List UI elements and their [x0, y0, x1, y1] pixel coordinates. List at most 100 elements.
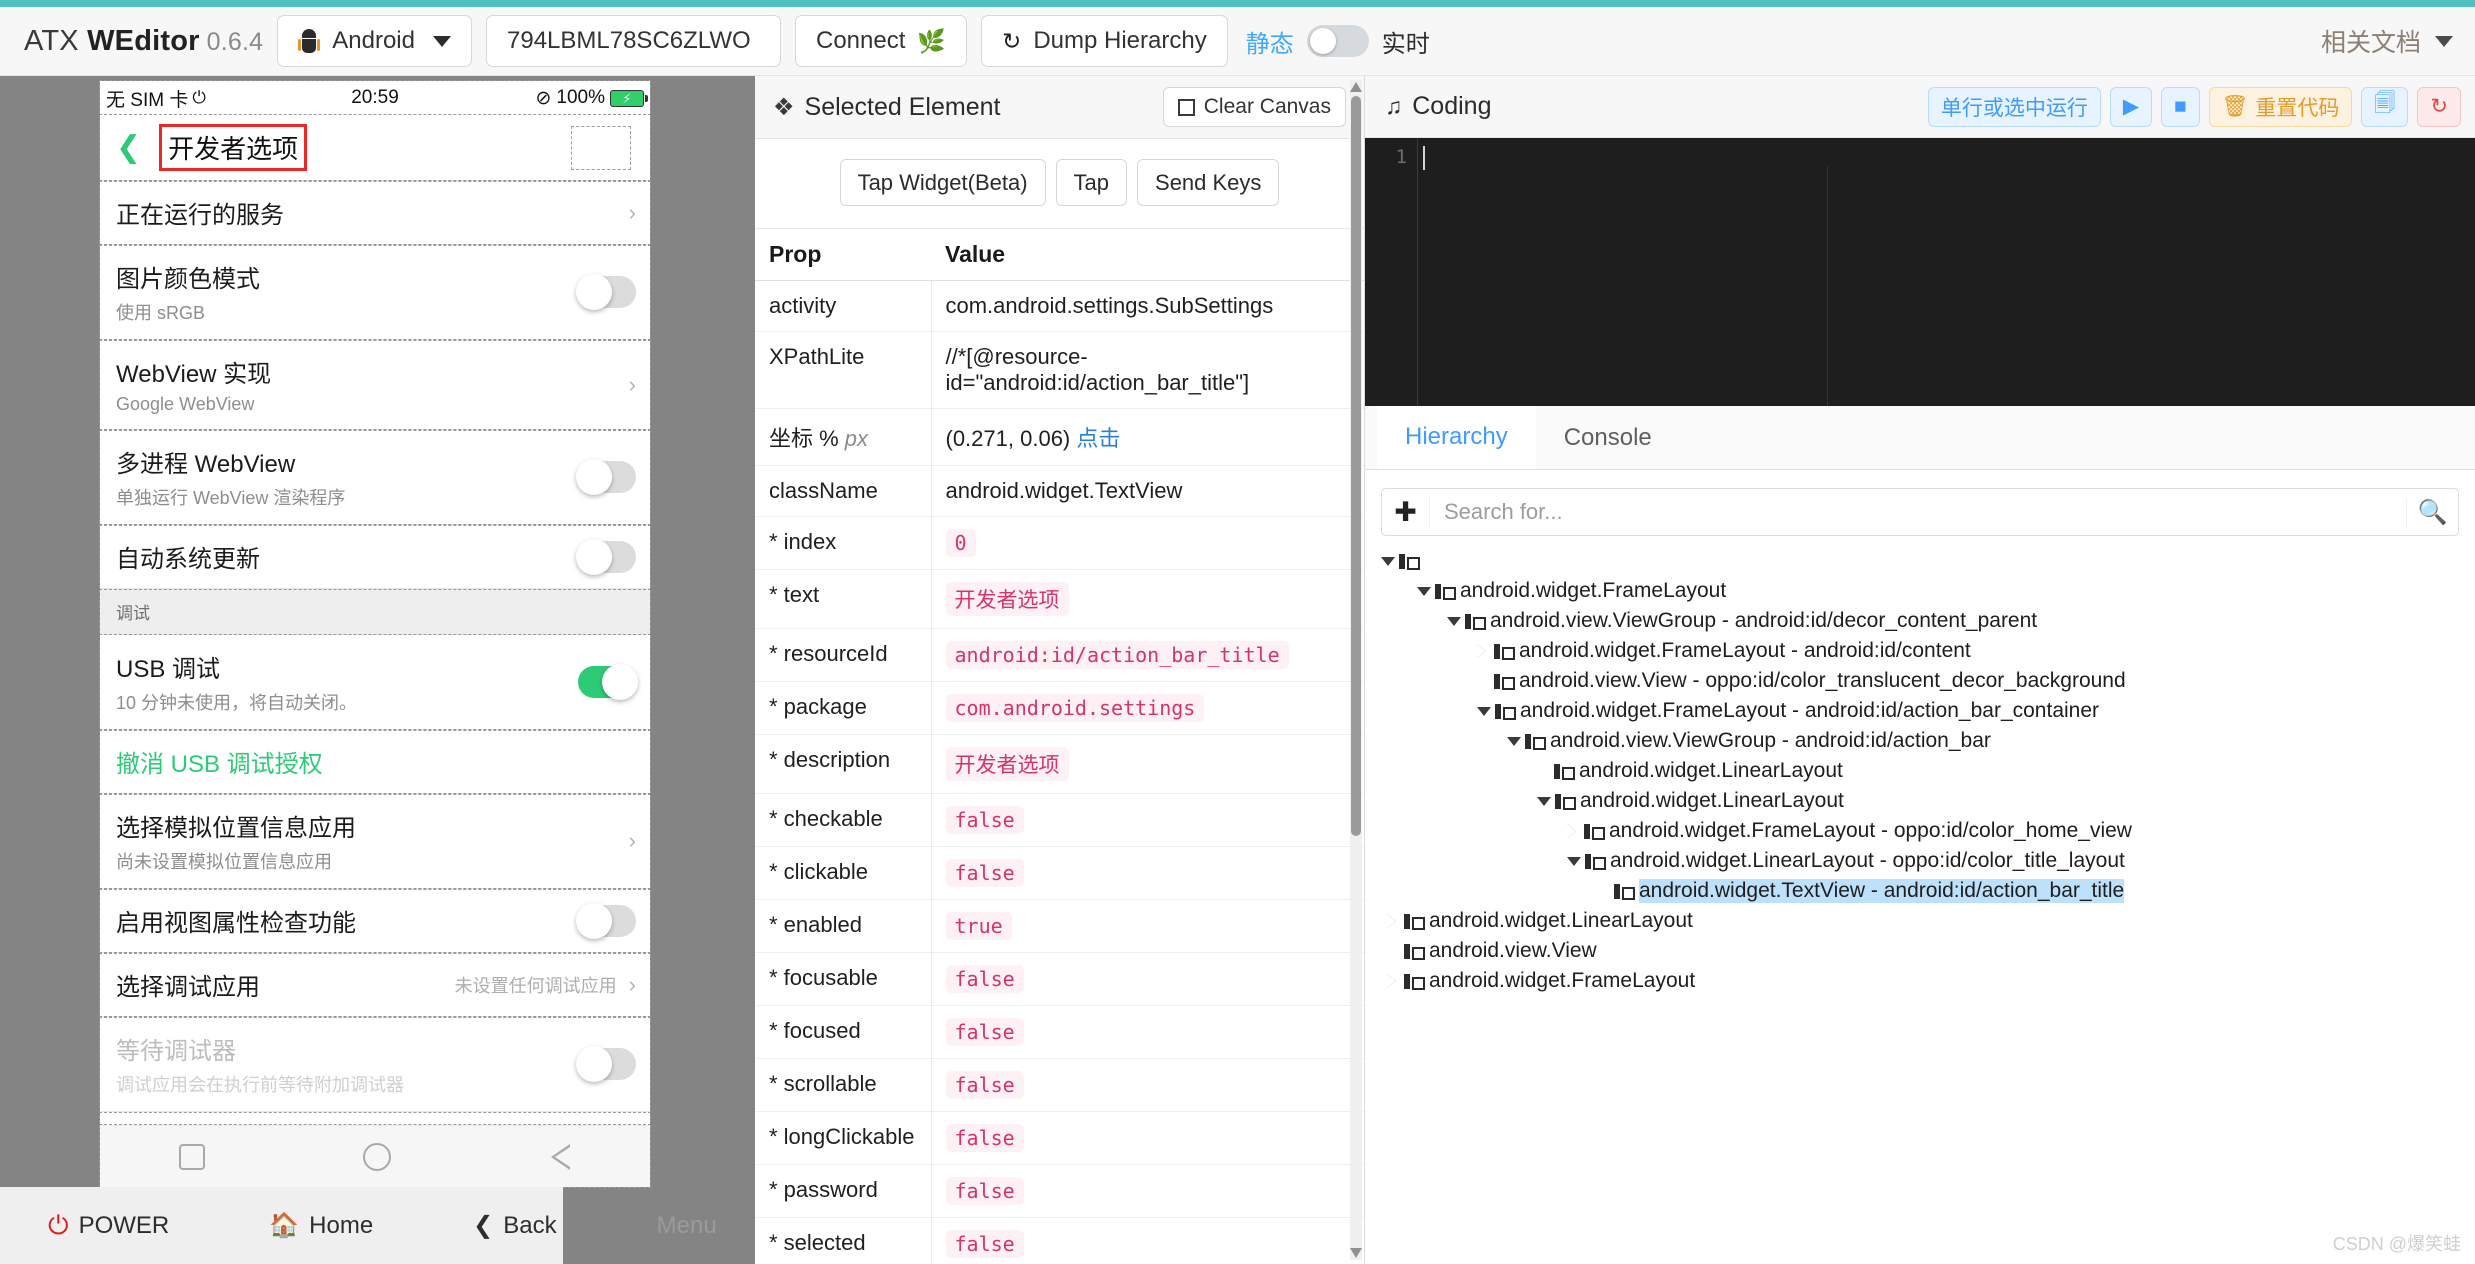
expand-arrow-icon[interactable] [1477, 707, 1491, 716]
copy-button[interactable]: 🗐 [2361, 87, 2408, 127]
run-button[interactable]: ▶ [2110, 87, 2152, 127]
tree-node[interactable]: android.widget.FrameLayout - android:id/… [1381, 636, 2459, 666]
tree-node[interactable]: android.view.View - oppo:id/color_transl… [1381, 666, 2459, 696]
watermark: CSDN @爆笑蛙 [2333, 1230, 2461, 1256]
properties-scrollbar[interactable] [1350, 80, 1362, 1260]
device-serial-value: 794LBML78SC6ZLWO [507, 27, 751, 55]
node-icon [1494, 674, 1512, 689]
collapse-arrow-icon[interactable] [1567, 824, 1580, 838]
tree-node[interactable]: android.widget.LinearLayout [1381, 756, 2459, 786]
scroll-down-icon[interactable] [1350, 1248, 1362, 1260]
tap-widget-button[interactable]: Tap Widget(Beta) [840, 159, 1046, 206]
recents-square-icon[interactable] [179, 1144, 205, 1170]
expand-arrow-icon[interactable] [1381, 557, 1395, 566]
list-item[interactable]: USB 调试 10 分钟未使用，将自动关闭。 [100, 635, 650, 730]
reset-code-button[interactable]: 🗑重置代码 [2209, 87, 2353, 127]
back-chevron-icon[interactable]: ❮ [110, 130, 147, 165]
scroll-up-icon[interactable] [1350, 80, 1362, 92]
page-title[interactable]: 开发者选项 [159, 124, 307, 171]
value-chip: false [946, 1071, 1024, 1099]
reload-button[interactable]: ↻ [2417, 87, 2461, 127]
row-toggle[interactable] [578, 541, 636, 573]
tree-node[interactable]: android.widget.FrameLayout - oppo:id/col… [1381, 816, 2459, 846]
value-chip: false [946, 1177, 1024, 1205]
back-label: Back [503, 1212, 556, 1240]
mode-toggle-switch[interactable] [1307, 25, 1369, 57]
tab-console[interactable]: Console [1536, 406, 1680, 469]
expand-arrow-icon[interactable] [1447, 617, 1461, 626]
tree-node[interactable]: android.widget.FrameLayout [1381, 576, 2459, 606]
collapse-arrow-icon[interactable] [1387, 914, 1400, 928]
tree-node-selected[interactable]: android.widget.TextView - android:id/act… [1381, 876, 2459, 906]
prop-key: * focused [755, 1006, 931, 1059]
list-item[interactable]: WebView 实现 Google WebView › [100, 340, 650, 430]
search-input[interactable]: Search for... [1430, 499, 2406, 525]
dump-hierarchy-button[interactable]: ↻ Dump Hierarchy [981, 15, 1228, 67]
code-editor[interactable]: 1 [1365, 138, 2475, 406]
col-value: Value [931, 229, 1364, 281]
tree-node[interactable]: android.widget.LinearLayout - oppo:id/co… [1381, 846, 2459, 876]
stop-button[interactable]: ■ [2161, 87, 2200, 127]
back-button[interactable]: ❮ Back [473, 1211, 556, 1240]
chevron-down-icon [433, 36, 451, 47]
connect-button[interactable]: Connect 🌿 [795, 15, 967, 67]
expand-arrow-icon[interactable] [1417, 587, 1431, 596]
row-toggle[interactable] [578, 276, 636, 308]
collapse-arrow-icon[interactable] [1387, 974, 1400, 988]
row-toggle[interactable] [578, 1048, 636, 1080]
expand-arrow-icon[interactable] [1507, 737, 1521, 746]
tap-link[interactable]: 点击 [1076, 426, 1120, 451]
table-row: * index0 [755, 517, 1364, 570]
tree-node[interactable]: android.widget.FrameLayout [1381, 966, 2459, 996]
home-button[interactable]: 🏠 Home [269, 1211, 373, 1240]
prop-value: //*[@resource-id="android:id/action_bar_… [931, 332, 1364, 409]
reset-code-label: 重置代码 [2255, 92, 2339, 122]
home-circle-icon[interactable] [363, 1143, 391, 1171]
platform-dropdown[interactable]: Android [277, 15, 472, 67]
power-button[interactable]: ⏻ POWER [48, 1210, 169, 1242]
tree-node[interactable]: android.view.ViewGroup - android:id/deco… [1381, 606, 2459, 636]
tree-node[interactable]: android.widget.LinearLayout [1381, 786, 2459, 816]
row-toggle[interactable] [578, 666, 636, 698]
table-row: * text开发者选项 [755, 570, 1364, 629]
send-keys-button[interactable]: Send Keys [1137, 159, 1279, 206]
tree-node[interactable]: android.view.ViewGroup - android:id/acti… [1381, 726, 2459, 756]
list-item[interactable]: 选择调试应用 未设置任何调试应用 › [100, 953, 650, 1017]
related-docs-dropdown[interactable]: 相关文档 [2321, 23, 2453, 59]
expand-arrow-icon[interactable] [1567, 857, 1581, 866]
list-item[interactable]: 等待调试器 调试应用会在执行前等待附加调试器 [100, 1017, 650, 1112]
menu-label: Menu [657, 1212, 717, 1240]
android-icon [298, 29, 320, 53]
list-item[interactable]: 正在运行的服务 › [100, 181, 650, 245]
clear-canvas-button[interactable]: Clear Canvas [1163, 87, 1346, 127]
list-item[interactable]: 撤消 USB 调试授权 [100, 730, 650, 794]
search-icon[interactable]: 🔍 [2406, 498, 2458, 527]
scrollbar-thumb[interactable] [1351, 96, 1361, 836]
collapse-arrow-icon[interactable] [1477, 644, 1490, 658]
plus-icon[interactable]: ✚ [1382, 497, 1430, 528]
row-toggle[interactable] [578, 461, 636, 493]
tab-hierarchy[interactable]: Hierarchy [1377, 406, 1536, 469]
list-item[interactable]: 选择模拟位置信息应用 尚未设置模拟位置信息应用 › [100, 794, 650, 889]
tree-node[interactable]: android.view.View [1381, 936, 2459, 966]
list-item[interactable]: 自动系统更新 [100, 525, 650, 589]
table-row: classNameandroid.widget.TextView [755, 466, 1364, 517]
tree-node[interactable]: android.widget.FrameLayout - android:id/… [1381, 696, 2459, 726]
list-item[interactable]: 启用视图属性检查功能 [100, 889, 650, 953]
row-title: WebView 实现 [116, 354, 271, 389]
list-item[interactable]: 多进程 WebView 单独运行 WebView 渲染程序 [100, 430, 650, 525]
device-serial-input[interactable]: 794LBML78SC6ZLWO [486, 15, 781, 67]
device-screen[interactable]: 无 SIM 卡 ⏻ 20:59 ⊘ 100% ⚡ ❮ 开发者选项 [100, 81, 650, 1187]
row-toggle[interactable] [578, 905, 636, 937]
tree-node[interactable] [1381, 546, 2459, 576]
refresh-icon: ↻ [1002, 28, 1021, 55]
connect-label: Connect [816, 27, 905, 55]
run-selection-button[interactable]: 单行或选中运行 [1928, 87, 2101, 127]
tap-button[interactable]: Tap [1056, 159, 1127, 206]
list-item[interactable]: 图片颜色模式 使用 sRGB [100, 245, 650, 340]
menu-button[interactable]: Menu [657, 1212, 717, 1240]
back-triangle-icon[interactable] [549, 1142, 571, 1172]
tree-node[interactable]: android.widget.LinearLayout [1381, 906, 2459, 936]
expand-arrow-icon[interactable] [1537, 797, 1551, 806]
value-chip: false [946, 965, 1024, 993]
